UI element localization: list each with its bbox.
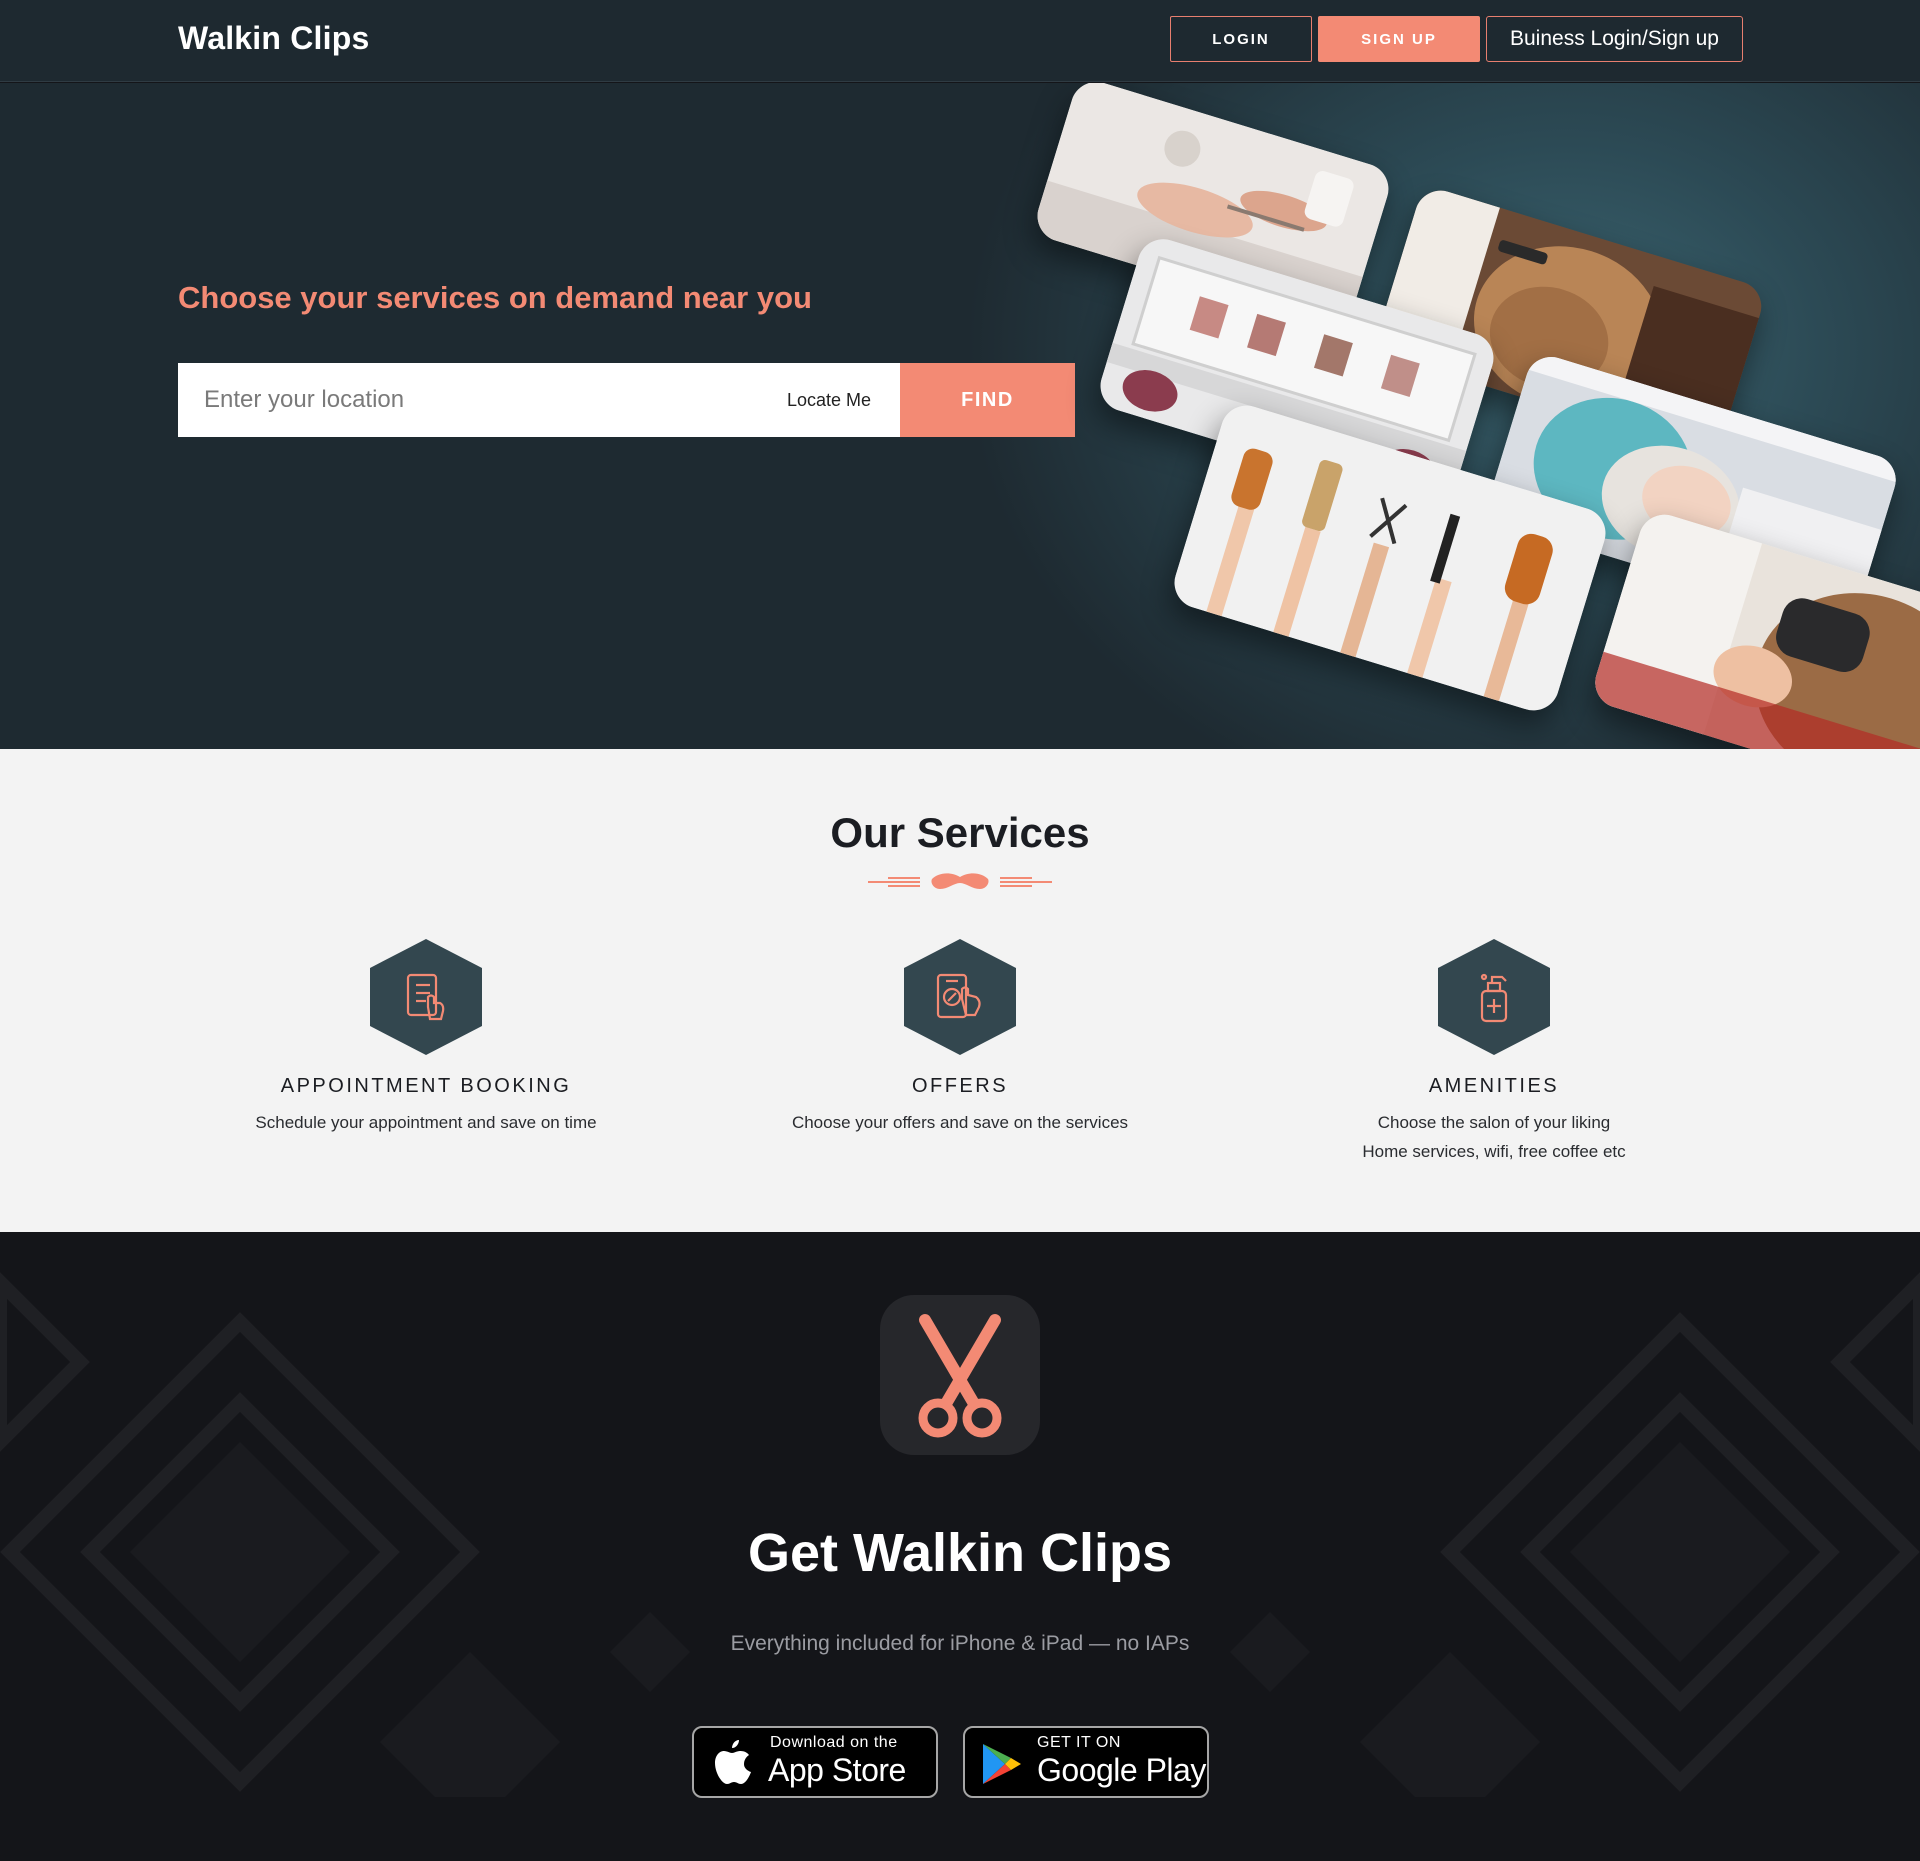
service-title: OFFERS xyxy=(911,1075,1009,1097)
service-description: Choose your offers and save on the servi… xyxy=(791,1113,1129,1132)
scissors-app-icon xyxy=(880,1295,1040,1455)
business-login-button[interactable]: Buiness Login/Sign up xyxy=(1486,16,1743,62)
service-offers: OFFERS Choose your offers and save on th… xyxy=(710,939,1210,1137)
google-play-small-text: GET IT ON xyxy=(1037,1734,1121,1751)
service-amenities: AMENITIES Choose the salon of your likin… xyxy=(1244,939,1744,1166)
google-play-big-text: Google Play xyxy=(1037,1752,1206,1788)
app-download-section: Get Walkin Clips Everything included for… xyxy=(0,1232,1920,1861)
location-search-bar: Locate Me FIND xyxy=(178,363,1075,437)
app-title: Get Walkin Clips xyxy=(747,1523,1173,1583)
hero-section: Choose your services on demand near you … xyxy=(0,83,1920,749)
service-title: AMENITIES xyxy=(1428,1075,1560,1097)
locate-me-link[interactable]: Locate Me xyxy=(787,363,871,437)
checklist-phone-icon xyxy=(370,939,482,1055)
sanitizer-bottle-icon xyxy=(1438,939,1550,1055)
service-description: Schedule your appointment and save on ti… xyxy=(255,1113,597,1132)
find-button[interactable]: FIND xyxy=(900,363,1075,437)
services-section: Our Services APPOINTMENT BOOKING Schedul… xyxy=(0,749,1920,1232)
login-button[interactable]: LOGIN xyxy=(1170,16,1312,62)
service-description: Choose the salon of your liking Home ser… xyxy=(1362,1113,1626,1161)
apple-logo-icon xyxy=(715,1740,751,1784)
app-subtitle: Everything included for iPhone & iPad — … xyxy=(730,1632,1190,1655)
app-store-small-text: Download on the xyxy=(770,1734,898,1751)
location-input[interactable] xyxy=(178,363,758,437)
offer-phone-icon xyxy=(904,939,1016,1055)
app-store-big-text: App Store xyxy=(768,1752,906,1788)
service-appointment-booking: APPOINTMENT BOOKING Schedule your appoin… xyxy=(176,939,676,1137)
navbar: Walkin Clips LOGIN SIGN UP Buiness Login… xyxy=(0,0,1920,82)
mustache-divider-icon xyxy=(868,873,1052,889)
service-title: APPOINTMENT BOOKING xyxy=(280,1075,572,1097)
app-store-button[interactable]: Download on the App Store xyxy=(692,1726,938,1798)
google-play-logo-icon xyxy=(983,1744,1021,1784)
hero-title: Choose your services on demand near you xyxy=(178,280,812,315)
google-play-button[interactable]: GET IT ON Google Play xyxy=(963,1726,1209,1798)
signup-button[interactable]: SIGN UP xyxy=(1318,16,1480,62)
brand-logo-text[interactable]: Walkin Clips xyxy=(178,20,369,57)
services-title: Our Services xyxy=(830,809,1090,856)
